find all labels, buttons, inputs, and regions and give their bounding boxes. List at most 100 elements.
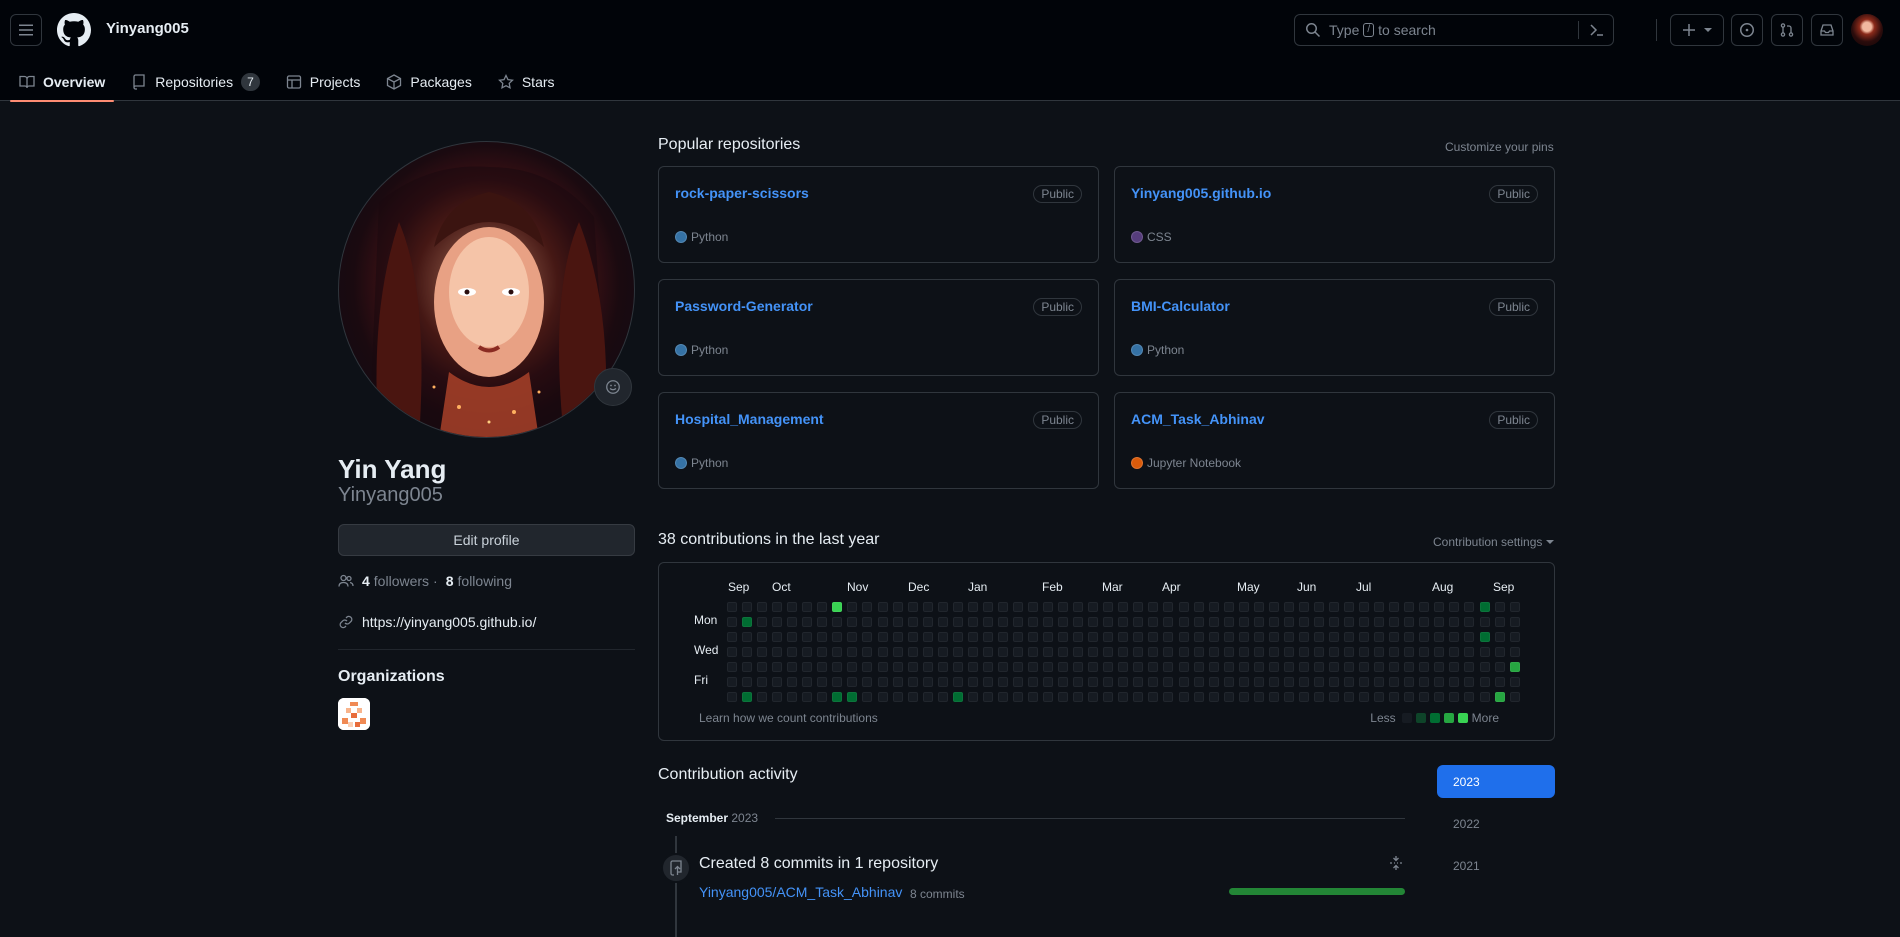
contribution-day-cell[interactable] (1419, 692, 1430, 703)
contribution-day-cell[interactable] (1374, 602, 1385, 612)
contribution-day-cell[interactable] (832, 662, 843, 673)
contribution-day-cell[interactable] (1028, 692, 1038, 703)
contribution-day-cell[interactable] (832, 677, 843, 688)
contribution-day-cell[interactable] (982, 632, 993, 643)
pinned-repo-name[interactable]: ACM_Task_Abhinav (1131, 411, 1265, 427)
contribution-day-cell[interactable] (997, 617, 1008, 628)
contribution-day-cell[interactable] (1374, 662, 1385, 673)
contribution-day-cell[interactable] (1073, 617, 1084, 628)
year-2022-button[interactable]: 2022 (1437, 807, 1555, 840)
contribution-day-cell[interactable] (802, 677, 813, 688)
contribution-day-cell[interactable] (742, 617, 753, 628)
contribution-day-cell[interactable] (982, 677, 993, 688)
contribution-day-cell[interactable] (1148, 647, 1159, 658)
contribution-day-cell[interactable] (772, 632, 783, 643)
contribution-day-cell[interactable] (847, 632, 858, 643)
contribution-day-cell[interactable] (772, 692, 783, 703)
contribution-day-cell[interactable] (1193, 677, 1204, 688)
contribution-day-cell[interactable] (1329, 662, 1339, 673)
pinned-repo-name[interactable]: Password-Generator (675, 298, 813, 314)
contribution-day-cell[interactable] (1268, 617, 1279, 628)
contribution-day-cell[interactable] (862, 602, 873, 612)
contribution-day-cell[interactable] (937, 692, 948, 703)
contribution-day-cell[interactable] (1389, 602, 1400, 612)
contribution-day-cell[interactable] (952, 602, 963, 612)
contribution-day-cell[interactable] (982, 647, 993, 658)
contribution-day-cell[interactable] (1329, 692, 1339, 703)
contribution-day-cell[interactable] (1313, 677, 1324, 688)
contribution-day-cell[interactable] (727, 692, 737, 703)
contribution-day-cell[interactable] (997, 647, 1008, 658)
contribution-day-cell[interactable] (1133, 647, 1144, 658)
contribution-day-cell[interactable] (1163, 692, 1174, 703)
contribution-day-cell[interactable] (1434, 662, 1445, 673)
contribution-day-cell[interactable] (1208, 617, 1219, 628)
contribution-day-cell[interactable] (922, 647, 933, 658)
contribution-day-cell[interactable] (1208, 632, 1219, 643)
contribution-day-cell[interactable] (802, 617, 813, 628)
contribution-day-cell[interactable] (772, 617, 783, 628)
contribution-day-cell[interactable] (1253, 677, 1264, 688)
contribution-day-cell[interactable] (1298, 617, 1309, 628)
contribution-day-cell[interactable] (1223, 677, 1234, 688)
contribution-day-cell[interactable] (1088, 692, 1099, 703)
profile-avatar[interactable] (338, 141, 635, 438)
contribution-day-cell[interactable] (1148, 677, 1159, 688)
contribution-day-cell[interactable] (1208, 692, 1219, 703)
contribution-day-cell[interactable] (1494, 602, 1505, 612)
contribution-day-cell[interactable] (1359, 602, 1370, 612)
contribution-day-cell[interactable] (1479, 602, 1490, 612)
contribution-day-cell[interactable] (862, 632, 873, 643)
contribution-day-cell[interactable] (847, 692, 858, 703)
contribution-day-cell[interactable] (1133, 692, 1144, 703)
contribution-day-cell[interactable] (1404, 617, 1415, 628)
contribution-day-cell[interactable] (1103, 647, 1114, 658)
contribution-day-cell[interactable] (1313, 692, 1324, 703)
contribution-day-cell[interactable] (967, 617, 978, 628)
contribution-day-cell[interactable] (1464, 662, 1475, 673)
contribution-day-cell[interactable] (892, 617, 903, 628)
contribution-day-cell[interactable] (952, 647, 963, 658)
contribution-day-cell[interactable] (817, 662, 828, 673)
contribution-day-cell[interactable] (1509, 647, 1520, 658)
contribution-day-cell[interactable] (1208, 677, 1219, 688)
contribution-day-cell[interactable] (1374, 632, 1385, 643)
tab-stars[interactable]: Stars (489, 62, 564, 101)
contribution-day-cell[interactable] (862, 662, 873, 673)
contribution-day-cell[interactable] (892, 602, 903, 612)
contribution-day-cell[interactable] (757, 677, 768, 688)
contribution-day-cell[interactable] (1389, 632, 1400, 643)
contribution-day-cell[interactable] (1283, 662, 1294, 673)
tab-packages[interactable]: Packages (377, 62, 480, 101)
contribution-day-cell[interactable] (1419, 647, 1430, 658)
contribution-day-cell[interactable] (1043, 647, 1054, 658)
contribution-day-cell[interactable] (787, 632, 798, 643)
contribution-day-cell[interactable] (1449, 617, 1460, 628)
contribution-day-cell[interactable] (1479, 692, 1490, 703)
contribution-day-cell[interactable] (1268, 602, 1279, 612)
contribution-day-cell[interactable] (742, 602, 753, 612)
contribution-day-cell[interactable] (1253, 632, 1264, 643)
contribution-day-cell[interactable] (1238, 632, 1249, 643)
contribution-day-cell[interactable] (1509, 602, 1520, 612)
contribution-day-cell[interactable] (787, 602, 798, 612)
contribution-day-cell[interactable] (1012, 632, 1023, 643)
contribution-day-cell[interactable] (937, 647, 948, 658)
contribution-day-cell[interactable] (1133, 632, 1144, 643)
contribution-day-cell[interactable] (1283, 632, 1294, 643)
contribution-day-cell[interactable] (1103, 602, 1114, 612)
contribution-day-cell[interactable] (772, 677, 783, 688)
contribution-day-cell[interactable] (1058, 602, 1069, 612)
contribution-day-cell[interactable] (1012, 617, 1023, 628)
contribution-day-cell[interactable] (1103, 632, 1114, 643)
contribution-day-cell[interactable] (1163, 662, 1174, 673)
contribution-day-cell[interactable] (1193, 602, 1204, 612)
contribution-day-cell[interactable] (907, 662, 918, 673)
contribution-day-cell[interactable] (1088, 662, 1099, 673)
website-link[interactable]: https://yinyang005.github.io/ (362, 614, 536, 630)
contribution-day-cell[interactable] (1208, 662, 1219, 673)
contribution-day-cell[interactable] (922, 602, 933, 612)
contribution-day-cell[interactable] (1329, 677, 1339, 688)
customize-pins-link[interactable]: Customize your pins (1445, 140, 1554, 154)
contribution-day-cell[interactable] (1298, 677, 1309, 688)
